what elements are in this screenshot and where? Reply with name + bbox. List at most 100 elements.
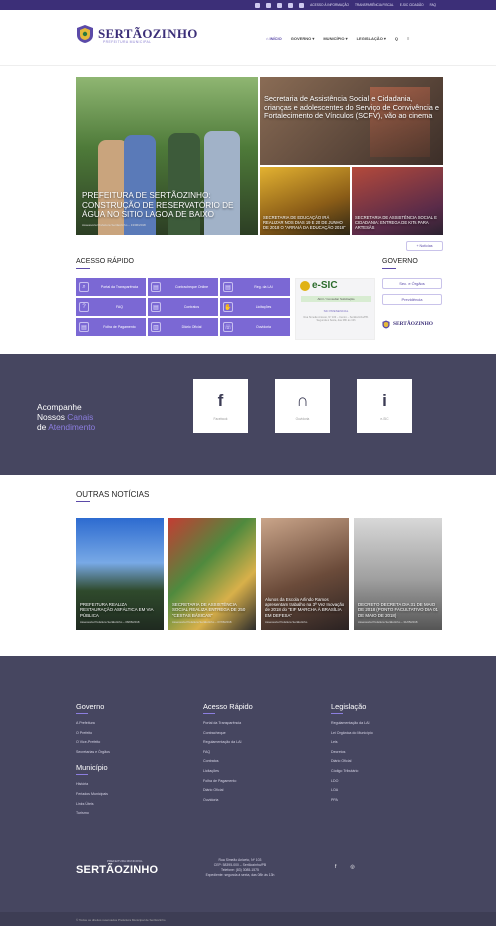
quick-reg-lai[interactable]: ▤ Reg. da LAI xyxy=(220,278,290,296)
font-increase-icon[interactable] xyxy=(277,2,283,8)
nav-home[interactable]: ⌂ INÍCIO xyxy=(266,36,282,41)
search-icon[interactable]: Q xyxy=(395,36,398,41)
footer-link[interactable]: Regulamentação da LAI xyxy=(331,719,373,729)
topbar-link-acesso-informacao[interactable]: ACESSO À INFORMAÇÃO xyxy=(310,3,349,7)
footer-brand[interactable]: SERTÃOZINHO xyxy=(76,864,158,876)
news-card-cestas[interactable]: SECRETARIA DE ASSISTÊNCIA SOCIAL REALIZA… xyxy=(168,518,256,630)
doc-icon: ▤ xyxy=(223,282,233,292)
footer-link[interactable]: Feriados Municipais xyxy=(76,790,110,800)
channels-heading: Acompanhe Nossos Canais de Atendimento xyxy=(37,402,95,432)
esic-logo[interactable]: e-SIC xyxy=(312,280,338,291)
nav-municipio[interactable]: MUNICÍPIO ▾ xyxy=(323,36,347,41)
quick-contracheque[interactable]: ▤ Contracheque Online xyxy=(148,278,218,296)
font-decrease-icon[interactable] xyxy=(288,2,294,8)
news-card-brasilia[interactable]: Alunos da Escola Arlindo Ramos apresenta… xyxy=(261,518,349,630)
accessibility-icon[interactable] xyxy=(255,2,261,8)
footer-col-acesso: Acesso Rápido Portal da Transparência Co… xyxy=(203,702,253,805)
nav-legislacao[interactable]: LEGISLAÇÃO ▾ xyxy=(357,36,386,41)
footer-link[interactable]: LOA xyxy=(331,786,373,796)
footer-link[interactable]: O Prefeito xyxy=(76,729,110,739)
footer-link[interactable]: História xyxy=(76,780,110,790)
hero-news-cinema[interactable]: Secretaria de Assistência Social e Cidad… xyxy=(260,77,443,165)
footer-governo-title: Governo xyxy=(76,702,105,711)
footer-link[interactable]: Lei Orgânica do Município xyxy=(331,729,373,739)
quick-diario-oficial[interactable]: ▥ Diário Oficial xyxy=(148,318,218,336)
channels-line1: Acompanhe xyxy=(37,402,82,412)
footer-link[interactable]: Secretarias e Órgãos xyxy=(76,748,110,758)
esic-open-request-link[interactable]: Abrir / Consultar Solicitação xyxy=(301,296,371,302)
news-card-title[interactable]: PREFEITURA REALIZA RESTAURAÇÃO ASFÁLTICA… xyxy=(80,602,160,618)
footer-link[interactable]: Código Tributário xyxy=(331,767,373,777)
hero-main-title[interactable]: PREFEITURA DE SERTÃOZINHO: CONSTRUÇÃO DE… xyxy=(82,191,252,220)
footer-link[interactable]: Decretos xyxy=(331,748,373,758)
footer-link[interactable]: FAQ xyxy=(203,748,253,758)
title-underline xyxy=(76,774,88,776)
copyright-text: © Todos os direitos reservados Prefeitur… xyxy=(76,918,166,922)
title-underline xyxy=(76,713,88,714)
menu-icon[interactable]: ≡ xyxy=(407,36,409,41)
footer-link[interactable]: A Prefeitura xyxy=(76,719,110,729)
quick-ouvidoria[interactable]: ☏ Ouvidoria xyxy=(220,318,290,336)
quick-folha-pagamento[interactable]: ▤ Folha de Pagamento xyxy=(76,318,146,336)
hero-news-artesas[interactable]: SECRETARIA DE ASSISTÊNCIA SOCIAL E CIDAD… xyxy=(352,167,443,235)
city-coat-of-arms-logo[interactable] xyxy=(76,24,94,44)
footer-link[interactable]: Turismo xyxy=(76,809,110,819)
hero-main-news[interactable]: PREFEITURA DE SERTÃOZINHO: CONSTRUÇÃO DE… xyxy=(76,77,258,235)
esic-channel-label: e-SIC xyxy=(380,417,389,421)
footer-link[interactable]: Regulamentação da LAI xyxy=(203,738,253,748)
previdencia-button[interactable]: Previdência xyxy=(382,294,442,305)
hero-news-arraia[interactable]: SECRETARIA DE EDUCAÇÃO IRÁ REALIZAR NOS … xyxy=(260,167,350,235)
footer-link[interactable]: Contracheque xyxy=(203,729,253,739)
footer-link[interactable]: Contratos xyxy=(203,757,253,767)
facebook-icon[interactable]: f xyxy=(335,864,336,870)
quick-licitacoes[interactable]: ✋ Licitações xyxy=(220,298,290,316)
footer-link[interactable]: LDO xyxy=(331,777,373,787)
quick-portal-transparencia[interactable]: ⌕ Portal da Transparência xyxy=(76,278,146,296)
facebook-channel-card[interactable]: f Facebook xyxy=(193,379,248,433)
governo-brand[interactable]: SERTÃOZINHO xyxy=(393,321,433,327)
footer-link[interactable]: O Vice-Prefeito xyxy=(76,738,110,748)
contrast-icon[interactable] xyxy=(266,2,272,8)
news-card-title[interactable]: DECRETO DECRETA DIA 31 DE MAIO DE 2018 (… xyxy=(358,602,438,618)
news-card-title[interactable]: Alunos da Escola Arlindo Ramos apresenta… xyxy=(265,597,345,618)
sitemap-icon[interactable] xyxy=(299,2,305,8)
footer-link[interactable]: Ouvidoria xyxy=(203,796,253,806)
quick-label: Portal da Transparência xyxy=(100,284,139,289)
sec-orgaos-button[interactable]: Sec. e Órgãos xyxy=(382,278,442,289)
instagram-icon[interactable]: ◎ xyxy=(350,864,354,870)
footer-link[interactable]: Diário Oficial xyxy=(203,786,253,796)
news-card-decreto[interactable]: DECRETO DECRETA DIA 31 DE MAIO DE 2018 (… xyxy=(354,518,442,630)
doc-icon: ▤ xyxy=(79,322,89,332)
topbar-link-esic[interactable]: E-SIC CIDADÃO xyxy=(400,3,424,7)
hero-arraia-title[interactable]: SECRETARIA DE EDUCAÇÃO IRÁ REALIZAR NOS … xyxy=(263,215,347,230)
nav-governo[interactable]: GOVERNO ▾ xyxy=(291,36,315,41)
hero-artesas-title[interactable]: SECRETARIA DE ASSISTÊNCIA SOCIAL E CIDAD… xyxy=(355,215,439,230)
footer-link[interactable]: Links Úteis xyxy=(76,800,110,810)
ouvidoria-channel-card[interactable]: ∩ Ouvidoria xyxy=(275,379,330,433)
quick-contratos[interactable]: ▤ Contratos xyxy=(148,298,218,316)
news-card-asfalto[interactable]: PREFEITURA REALIZA RESTAURAÇÃO ASFÁLTICA… xyxy=(76,518,164,630)
esic-channel-card[interactable]: i e-SIC xyxy=(357,379,412,433)
footer-link[interactable]: Portal da Transparência xyxy=(203,719,253,729)
info-icon xyxy=(300,281,310,291)
quick-label: Folha de Pagamento xyxy=(103,324,136,329)
footer-link[interactable]: Diário Oficial xyxy=(331,757,373,767)
footer-social: f ◎ xyxy=(335,864,355,870)
footer-link[interactable]: Folha de Pagamento xyxy=(203,777,253,787)
governo-title: GOVERNO xyxy=(382,258,418,265)
topbar-link-faq[interactable]: FAQ xyxy=(430,3,436,7)
doc-icon: ▤ xyxy=(151,282,161,292)
footer-link[interactable]: Leis xyxy=(331,738,373,748)
hours-line: Expediente: segunda à sexta, das 08h às … xyxy=(205,873,275,878)
hero-cinema-title[interactable]: Secretaria de Assistência Social e Cidad… xyxy=(264,94,440,121)
news-card-title[interactable]: SECRETARIA DE ASSISTÊNCIA SOCIAL REALIZA… xyxy=(172,602,252,618)
topbar-link-transparencia[interactable]: TRANSPARÊNCIA FISCAL xyxy=(355,3,394,7)
quick-faq[interactable]: ? FAQ xyxy=(76,298,146,316)
footer-link[interactable]: Licitações xyxy=(203,767,253,777)
news-card-meta: Assessoria Prefeitura Sertãozinho – 08/0… xyxy=(80,620,140,624)
more-news-button[interactable]: + Notícias xyxy=(406,241,443,251)
quick-label: Diário Oficial xyxy=(181,324,202,329)
news-card-meta: Assessoria Prefeitura Sertãozinho – 07/0… xyxy=(172,620,232,624)
footer-link[interactable]: PPA xyxy=(331,796,373,806)
headset-icon: ∩ xyxy=(296,391,309,410)
